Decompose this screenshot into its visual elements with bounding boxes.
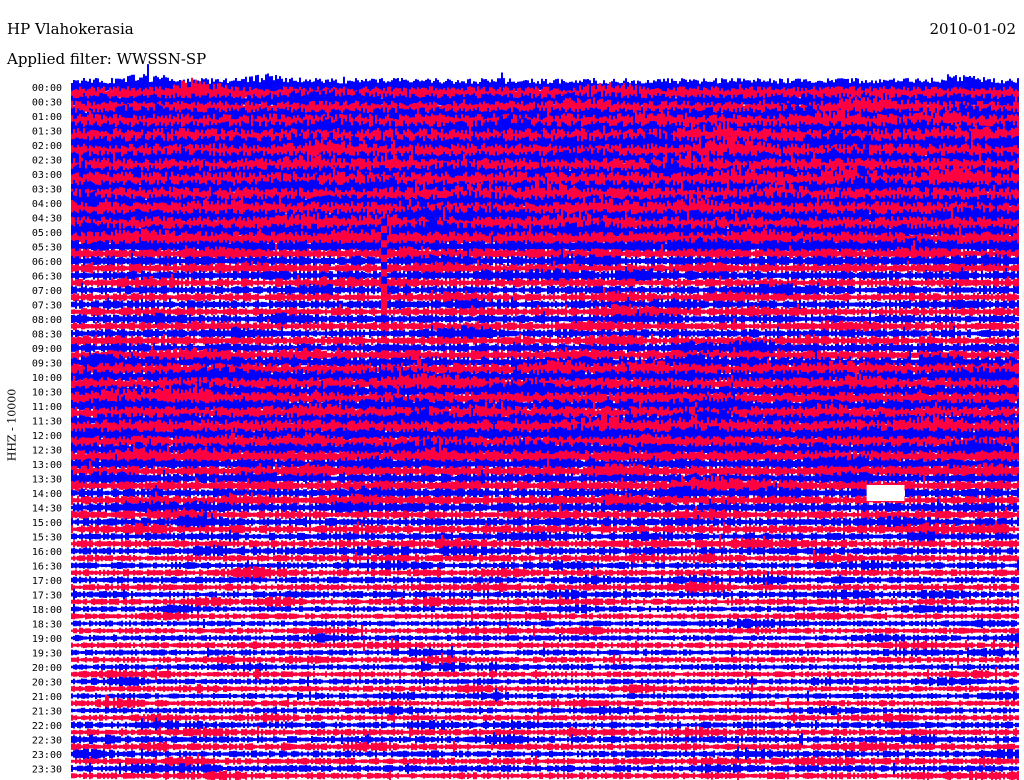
- time-tick-label: 04:00: [32, 199, 62, 210]
- time-tick-label: 06:00: [32, 257, 62, 268]
- time-tick-label: 07:30: [32, 301, 62, 312]
- time-tick-label: 19:00: [32, 634, 62, 645]
- time-tick-label: 19:30: [32, 649, 62, 660]
- trace-row-82: [71, 676, 1019, 687]
- time-tick-label: 17:30: [32, 591, 62, 602]
- time-tick-label: 15:30: [32, 533, 62, 544]
- time-tick-label: 06:30: [32, 272, 62, 283]
- time-tick-label: 02:00: [32, 141, 62, 152]
- data-gap: [866, 485, 905, 501]
- time-tick-label: 14:00: [32, 489, 62, 500]
- time-tick-label: 07:00: [32, 286, 62, 297]
- time-tick-label: 04:30: [32, 214, 62, 225]
- time-tick-label: 18:00: [32, 605, 62, 616]
- time-tick-label: 14:30: [32, 504, 62, 515]
- time-tick-label: 09:30: [32, 359, 62, 370]
- time-tick-label: 13:00: [32, 460, 62, 471]
- time-tick-label: 09:00: [32, 344, 62, 355]
- time-tick-label: 12:30: [32, 446, 62, 457]
- time-tick-label: 05:00: [32, 228, 62, 239]
- time-tick-label: 22:00: [32, 721, 62, 732]
- time-tick-label: 08:30: [32, 330, 62, 341]
- time-tick-label: 10:00: [32, 373, 62, 384]
- time-tick-label: 01:30: [32, 127, 62, 138]
- time-tick-label: 21:30: [32, 707, 62, 718]
- trace-row-83: [71, 683, 1019, 695]
- time-tick-label: 11:30: [32, 417, 62, 428]
- time-tick-label: 20:00: [32, 663, 62, 674]
- time-tick-label: 15:00: [32, 518, 62, 529]
- time-tick-label: 21:00: [32, 692, 62, 703]
- time-tick-label: 22:30: [32, 736, 62, 747]
- time-tick-label: 17:00: [32, 576, 62, 587]
- time-tick-label: 05:30: [32, 243, 62, 254]
- trace-row-73: [71, 611, 1019, 622]
- time-tick-label: 23:30: [32, 765, 62, 776]
- time-tick-label: 02:30: [32, 156, 62, 167]
- time-tick-label: 23:00: [32, 750, 62, 761]
- tick-label-group: 00:00 00:30 01:00 01:30 02:00 02:30 03:00 03:30…: [32, 83, 62, 776]
- time-tick-label: 03:00: [32, 170, 62, 181]
- trace-row-86: [71, 705, 1019, 716]
- time-tick-label: 00:00: [32, 83, 62, 94]
- time-tick-label: 12:00: [32, 431, 62, 442]
- trace-row-95: [71, 770, 1019, 780]
- time-tick-label: 10:30: [32, 388, 62, 399]
- time-tick-label: 00:30: [32, 98, 62, 109]
- time-tick-label: 20:30: [32, 678, 62, 689]
- trace-group: [71, 64, 1019, 780]
- time-tick-label: 16:30: [32, 562, 62, 573]
- time-tick-label: 13:30: [32, 475, 62, 486]
- time-tick-label: 11:00: [32, 402, 62, 413]
- time-tick-label: 08:00: [32, 315, 62, 326]
- helicorder-plot: 00:00 00:30 01:00 01:30 02:00 02:30 03:00 03:30…: [32, 64, 1019, 780]
- time-tick-label: 03:30: [32, 185, 62, 196]
- time-tick-label: 16:00: [32, 547, 62, 558]
- trace-row-87: [71, 712, 1019, 724]
- time-tick-label: 01:00: [32, 112, 62, 123]
- time-tick-label: 18:30: [32, 620, 62, 631]
